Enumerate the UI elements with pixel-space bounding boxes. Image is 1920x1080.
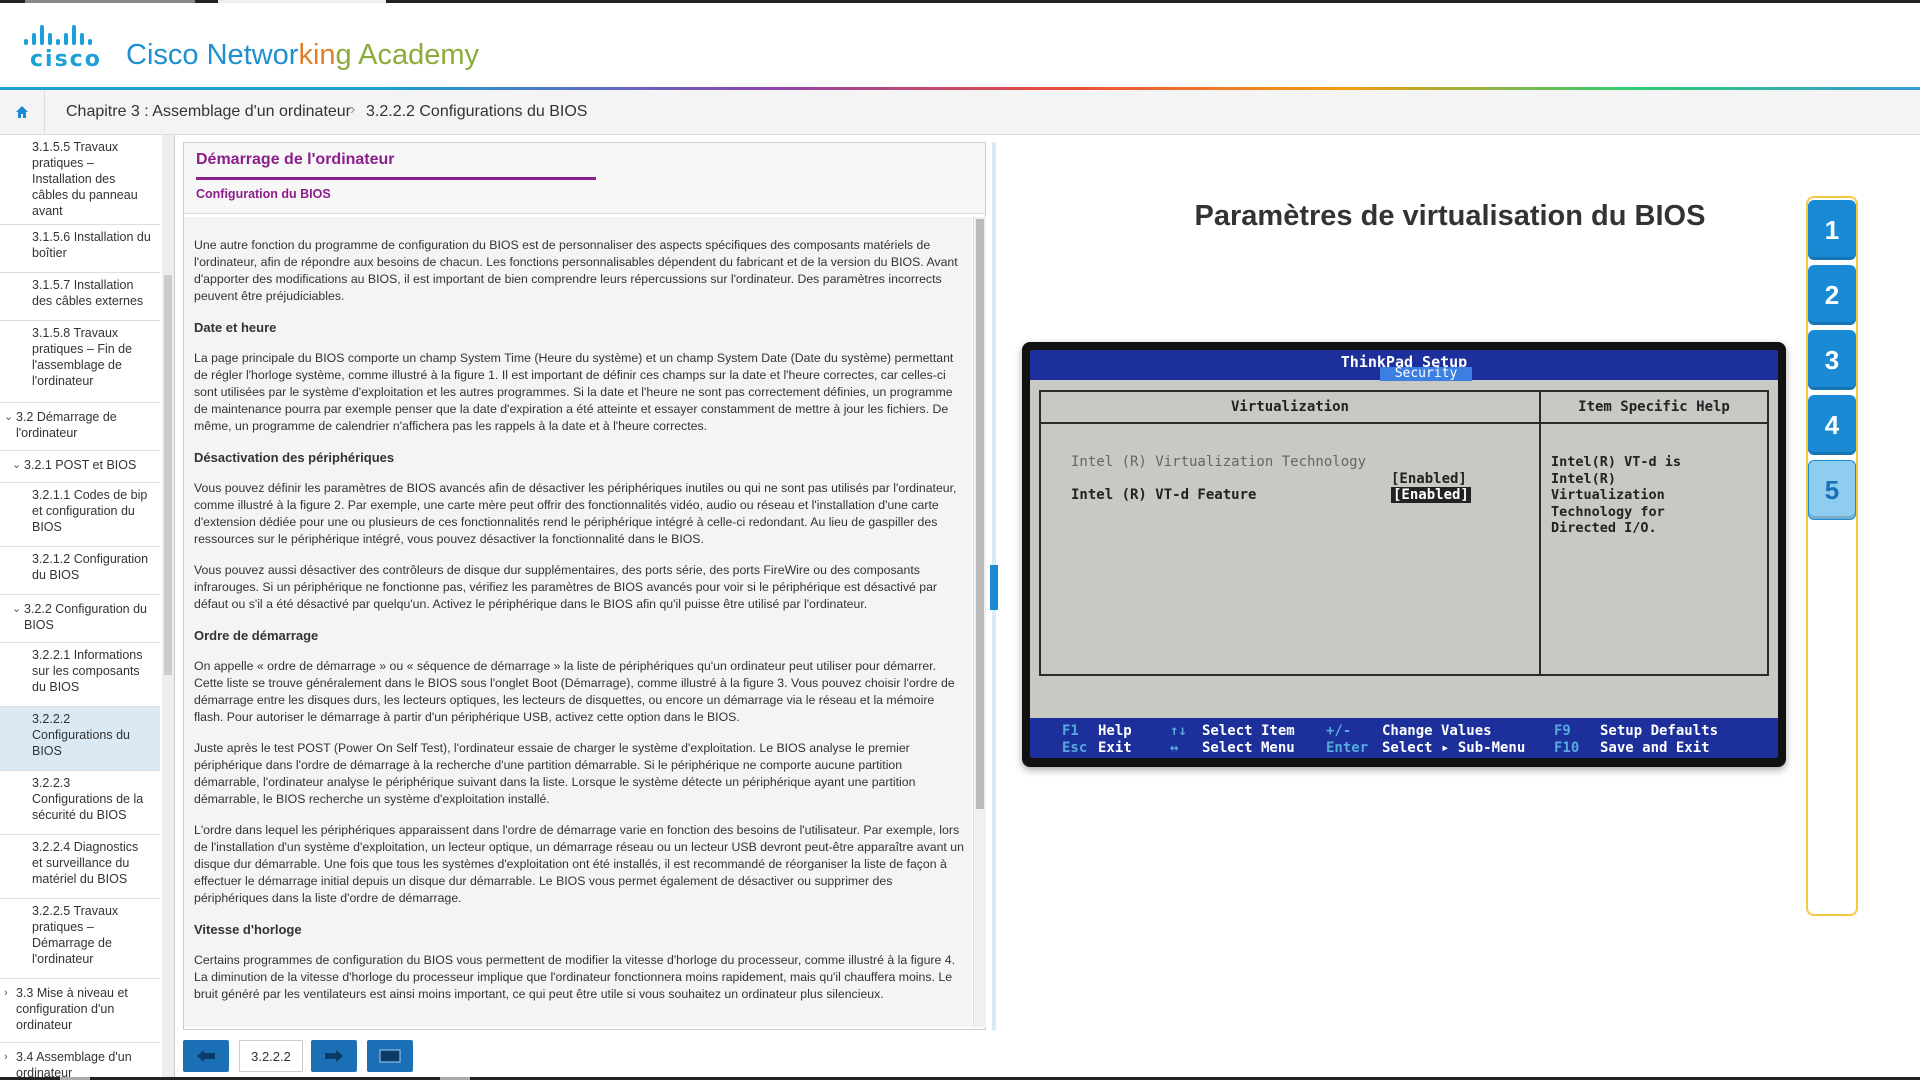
bios-option: Intel (R) Virtualization Technology [1071, 454, 1367, 470]
cisco-logo-bars [24, 23, 106, 45]
breadcrumb-separator: › [350, 101, 356, 118]
sidebar-section[interactable]: ⌄ 3.2 Démarrage de l'ordinateur [0, 403, 160, 451]
bottom-nav: 3.2.2.2 [183, 1040, 986, 1076]
bios-key-label: Help [1098, 723, 1132, 739]
sidebar-item[interactable]: 3.2.2.3 Configurations de la sécurité du… [0, 771, 160, 835]
figure-button-3[interactable]: 3 [1808, 330, 1856, 390]
page-number: 3.2.2.2 [239, 1040, 303, 1072]
bios-key: Esc [1062, 740, 1088, 756]
breadcrumb-chapter[interactable]: Chapitre 3 : Assemblage d'un ordinateur [66, 103, 351, 121]
home-icon [16, 106, 28, 118]
sidebar-item[interactable]: 3.2.2.5 Travaux pratiques – Démarrage de… [0, 899, 160, 979]
bios-key-label: Select Item [1202, 723, 1295, 739]
sidebar-item[interactable]: 3.2.2.4 Diagnostics et surveillance du m… [0, 835, 160, 899]
breadcrumb-current: 3.2.2.2 Configurations du BIOS [366, 103, 588, 120]
paragraph: Certains programmes de configuration du … [194, 953, 956, 1001]
next-button[interactable] [311, 1040, 357, 1072]
sidebar-item[interactable]: 3.1.5.8 Travaux pratiques – Fin de l'ass… [0, 321, 160, 403]
sidebar-item[interactable]: 3.1.5.5 Travaux pratiques – Installation… [0, 135, 160, 225]
paragraph: Une autre fonction du programme de confi… [194, 238, 958, 303]
section-heading: Désactivation des périphériques [194, 450, 395, 465]
screen-icon [379, 1049, 401, 1063]
bios-key-label: Select Menu [1202, 740, 1295, 756]
section-heading: Vitesse d'horloge [194, 922, 302, 937]
chevron-down-icon: ⌄ [12, 603, 22, 615]
breadcrumb: Chapitre 3 : Assemblage d'un ordinateur … [0, 90, 1920, 135]
sidebar-scrollbar[interactable] [162, 135, 175, 1080]
bios-key: Enter [1326, 740, 1369, 756]
page-subtitle: Configuration du BIOS [196, 187, 331, 201]
section-heading: Date et heure [194, 320, 277, 335]
bios-key: F10 [1554, 740, 1580, 756]
paragraph: La page principale du BIOS comporte un c… [194, 351, 954, 433]
bios-left-header: Virtualization [1041, 392, 1539, 424]
toc-sidebar: 3.1.5.5 Travaux pratiques – Installation… [0, 135, 163, 1080]
bios-key-label: Change Values [1382, 723, 1492, 739]
chevron-right-icon: › [4, 1051, 8, 1063]
bios-key: +/- [1326, 723, 1352, 739]
bios-option-value-selected: [Enabled] [1391, 487, 1471, 503]
paragraph: Vous pouvez aussi désactiver des contrôl… [194, 563, 938, 611]
arrow-left-icon [197, 1050, 215, 1062]
paragraph: Vous pouvez définir les paramètres de BI… [194, 481, 957, 546]
content-text-area: Une autre fonction du programme de confi… [184, 217, 972, 1027]
bios-right-header: Item Specific Help [1541, 392, 1767, 424]
sidebar-item-active[interactable]: 3.2.2.2 Configurations du BIOS [0, 707, 160, 771]
sidebar-item[interactable]: 3.2.1.1 Codes de bip et configuration du… [0, 483, 160, 547]
bios-screenshot: ThinkPad Setup Security Virtualization I… [1022, 342, 1786, 767]
page-title: Démarrage de l'ordinateur [196, 151, 395, 168]
sidebar-section[interactable]: › 3.4 Assemblage d'un ordinateur [0, 1043, 160, 1080]
sidebar-item[interactable]: 3.1.5.6 Installation du boîtier [0, 225, 160, 273]
sidebar-item[interactable]: 3.1.5.7 Installation des câbles externes [0, 273, 160, 321]
sidebar-section[interactable]: › 3.3 Mise à niveau et configuration d'un… [0, 979, 160, 1043]
bios-key-label: Exit [1098, 740, 1132, 756]
bios-key-label: Select ▸ Sub-Menu [1382, 740, 1526, 756]
sidebar-item[interactable]: 3.2.2.1 Informations sur les composants … [0, 643, 160, 707]
sidebar-subsection[interactable]: ⌄ 3.2.1 POST et BIOS [0, 451, 160, 483]
bios-key-label: Save and Exit [1600, 740, 1710, 756]
figure-button-2[interactable]: 2 [1808, 265, 1856, 325]
bios-key: ↔ [1170, 740, 1179, 756]
content-scrollbar[interactable] [973, 217, 986, 1027]
bios-key: F9 [1554, 723, 1571, 739]
home-button[interactable] [0, 90, 45, 134]
app-header: cisco Cisco Networking Academy [0, 3, 1920, 89]
fullscreen-button[interactable] [367, 1040, 413, 1072]
paragraph: Juste après le test POST (Power On Self … [194, 741, 916, 806]
chevron-right-icon: › [4, 987, 8, 999]
bios-key: F1 [1062, 723, 1079, 739]
pane-resize-handle[interactable] [990, 565, 998, 610]
content-panel: Démarrage de l'ordinateur Configuration … [183, 142, 986, 1030]
bios-main-panel: Virtualization Item Specific Help Intel … [1039, 390, 1769, 676]
academy-title: Cisco Networking Academy [126, 39, 479, 71]
media-title: Paramètres de virtualisation du BIOS [1194, 200, 1706, 232]
title-underline [196, 177, 596, 180]
bios-key-label: Setup Defaults [1600, 723, 1719, 739]
chevron-down-icon: ⌄ [12, 459, 22, 471]
cisco-logo: cisco [30, 47, 102, 72]
figure-button-4[interactable]: 4 [1808, 395, 1856, 455]
arrow-right-icon [325, 1050, 343, 1062]
section-heading: Ordre de démarrage [194, 628, 319, 643]
figure-button-1[interactable]: 1 [1808, 200, 1856, 260]
bios-key: ↑↓ [1170, 723, 1187, 739]
bios-title-bar: ThinkPad Setup Security [1030, 350, 1778, 381]
bios-footer: F1 Help ↑↓ Select Item +/- Change Values… [1030, 718, 1778, 758]
chevron-down-icon: ⌄ [4, 411, 14, 423]
previous-button[interactable] [183, 1040, 229, 1072]
sidebar-item[interactable]: 3.2.1.2 Configuration du BIOS [0, 547, 160, 595]
sidebar-subsection[interactable]: ⌄ 3.2.2 Configuration du BIOS [0, 595, 160, 643]
bios-option-value: [Enabled] [1391, 471, 1467, 487]
bios-screen: ThinkPad Setup Security Virtualization I… [1030, 350, 1778, 758]
bios-tab-security: Security [1380, 367, 1472, 381]
paragraph: On appelle « ordre de démarrage » ou « s… [194, 659, 955, 724]
figure-button-5[interactable]: 5 [1808, 460, 1856, 520]
content-header: Démarrage de l'ordinateur Configuration … [184, 143, 985, 214]
bios-option: Intel (R) VT-d Feature [1071, 487, 1257, 503]
bios-help-text: Intel(R) VT-d is Intel(R) Virtualization… [1551, 454, 1682, 536]
paragraph: L'ordre dans lequel les périphériques ap… [194, 823, 964, 905]
